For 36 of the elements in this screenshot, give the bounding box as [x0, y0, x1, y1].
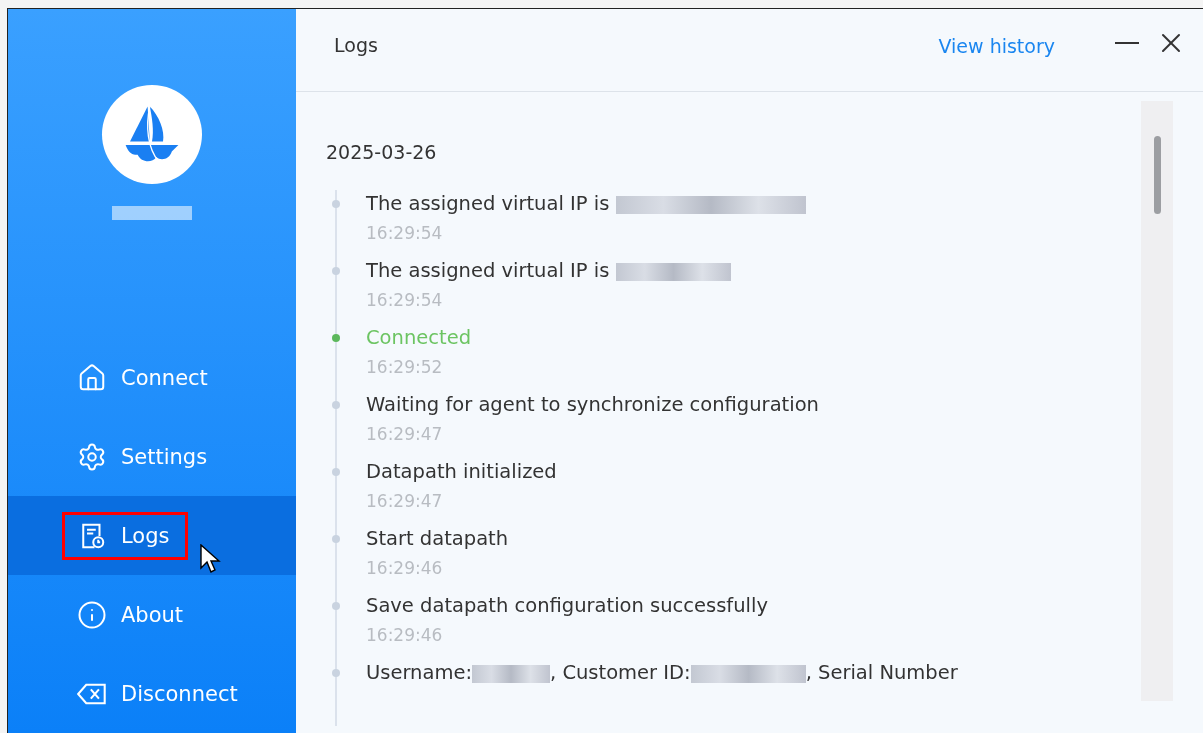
- sidebar-item[interactable]: Settings: [8, 417, 296, 496]
- page-title: Logs: [334, 34, 379, 56]
- sidebar-item-label: Connect: [121, 365, 208, 390]
- sidebar-item[interactable]: Connect: [8, 338, 296, 417]
- log-message: The assigned virtual IP is: [366, 259, 611, 282]
- log-time: 16:29:54: [366, 223, 444, 243]
- log-time: 16:29:54: [366, 290, 444, 310]
- log-message: Connected: [366, 326, 471, 349]
- sidebar-item[interactable]: Disconnect: [8, 654, 296, 733]
- log-time: 16:29:47: [366, 424, 444, 444]
- log-time: 16:29:46: [366, 625, 444, 645]
- mouse-pointer-icon: [200, 544, 222, 576]
- log-time: 16:29:47: [366, 491, 444, 511]
- sidebar-item-label: About: [121, 602, 184, 627]
- log-time: 16:29:46: [366, 558, 444, 578]
- sidebar-item[interactable]: About: [8, 575, 296, 654]
- info-icon: [77, 599, 107, 630]
- log-message: Username:: [366, 661, 472, 684]
- sidebar-item-label: Disconnect: [121, 681, 238, 706]
- log-time: 16:29:52: [366, 357, 444, 377]
- sidebar-item-label: Settings: [121, 444, 208, 469]
- log-message: , Serial Number: [805, 661, 958, 684]
- log-date: 2025-03-26: [326, 141, 438, 163]
- settings-icon: [77, 441, 107, 472]
- log-message: , Customer ID:: [550, 661, 691, 684]
- log-message: Save datapath configuration successfully: [366, 594, 768, 617]
- log-message: Waiting for agent to synchronize configuration: [366, 393, 819, 416]
- minimize-icon: [1115, 42, 1139, 44]
- sidebar-item[interactable]: Logs: [8, 496, 296, 575]
- sidebar-item-label: Logs: [121, 523, 170, 548]
- log-message: Datapath initialized: [366, 460, 557, 483]
- log-message: Start datapath: [366, 527, 509, 550]
- view-history-link[interactable]: View history: [938, 35, 1055, 57]
- home-icon: [77, 362, 107, 393]
- log-message: The assigned virtual IP is: [366, 192, 611, 215]
- scrollbar-thumb[interactable]: [1153, 136, 1161, 214]
